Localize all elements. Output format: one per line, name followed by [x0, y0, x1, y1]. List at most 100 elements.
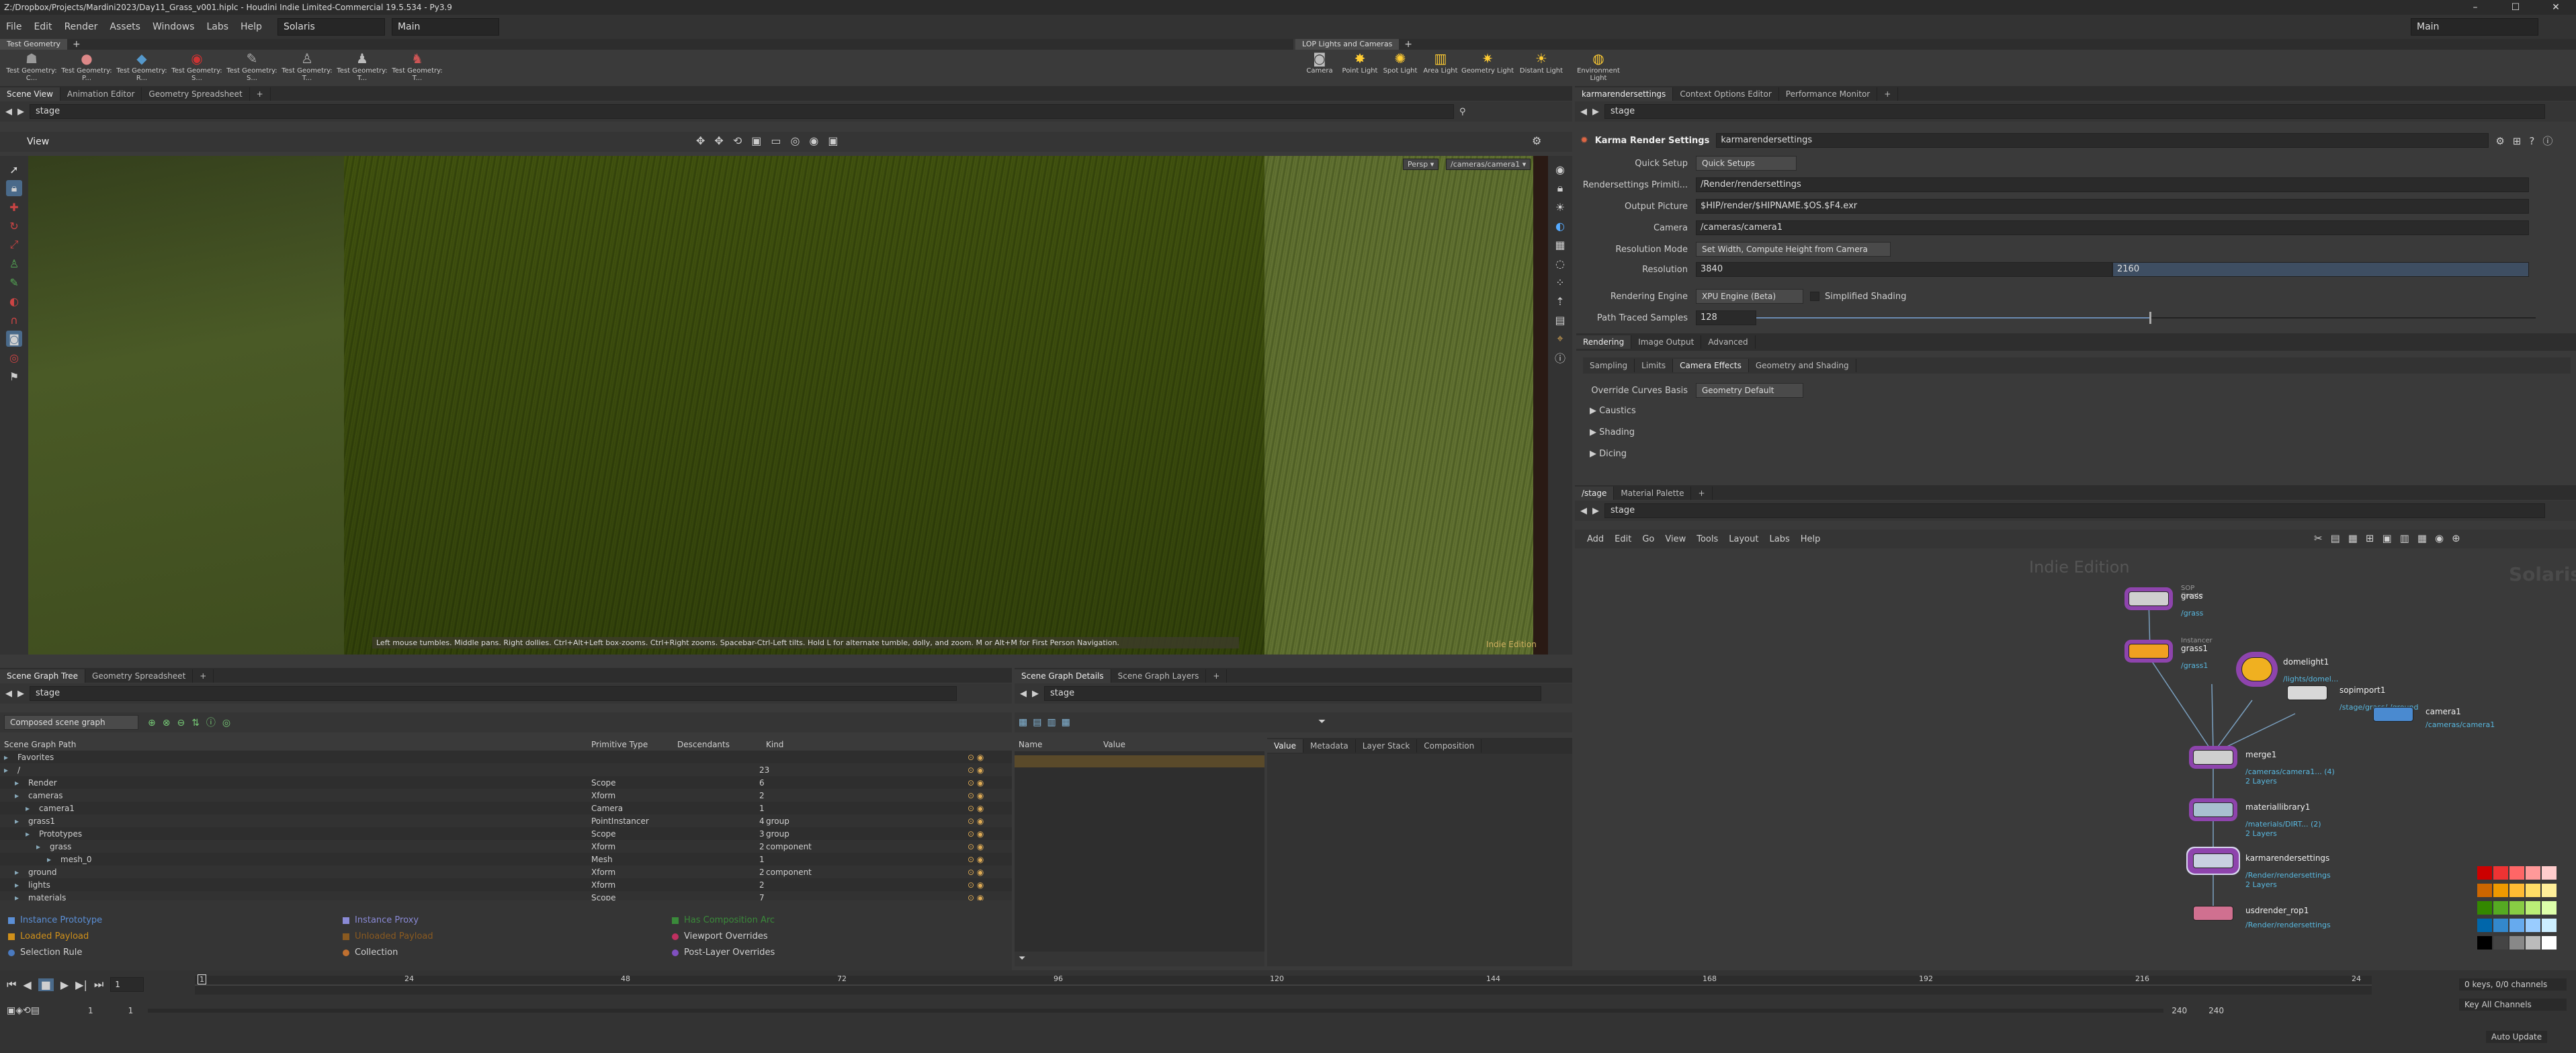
tab-limits[interactable]: Limits — [1635, 359, 1674, 372]
viewport-settings-icon[interactable]: ⚙ — [1532, 134, 1541, 147]
tab-karmarendersettings[interactable]: karmarendersettings — [1575, 87, 1674, 101]
wire-icon[interactable]: ▦ — [1552, 237, 1568, 253]
tool-test-geo-1[interactable]: ☗ Test Geometry: C... — [4, 50, 59, 83]
range-icons[interactable]: ▣◈⟲▤ — [7, 1005, 40, 1016]
visibility-icon[interactable]: ⊙ ◉ — [968, 855, 984, 864]
shelf-tab-lop-lights[interactable]: LOP Lights and Cameras — [1295, 39, 1400, 50]
flag-icon[interactable]: ⚑ — [6, 368, 22, 384]
override-curves-menu[interactable]: Geometry Default — [1696, 383, 1803, 398]
back-icon[interactable]: ◀ — [1580, 107, 1587, 117]
rendersettings-prim-field[interactable]: /Render/rendersettings — [1696, 177, 2529, 192]
pin-icon[interactable]: ⚲ — [1459, 107, 1466, 117]
current-frame-field[interactable]: 1 — [110, 977, 144, 992]
quick-setup-menu[interactable]: Quick Setups — [1696, 156, 1797, 171]
expand-icon[interactable]: ▸ — [26, 804, 30, 813]
table-row[interactable]: grass Xform 2 component ▸ ⊙ ◉ — [0, 840, 1012, 853]
network-view-icons[interactable]: ✂▤▦⊞▣▥▦◉⊕ — [2314, 532, 2468, 544]
scene-filter-menu[interactable]: Composed scene graph — [4, 715, 138, 730]
resolution-width-field[interactable]: 3840 — [1696, 262, 2112, 277]
expand-icon[interactable]: ▸ — [15, 791, 19, 800]
persp-menu[interactable]: Persp ▾ — [1403, 159, 1439, 170]
jump-end-icon[interactable]: ⏭ — [94, 978, 103, 991]
menu-render[interactable]: Render — [58, 15, 104, 39]
expand-icon[interactable]: ▸ — [15, 778, 19, 788]
step-back-icon[interactable]: ◀ — [23, 978, 31, 991]
key-all-channels-button[interactable]: Key All Channels — [2459, 999, 2567, 1011]
scale-icon[interactable]: ⤢ — [6, 237, 22, 253]
resolution-height-field[interactable]: 2160 — [2112, 262, 2529, 277]
folder-dicing[interactable]: ▶ Dicing — [1590, 449, 1627, 459]
tool-test-geo-6[interactable]: ♙ Test Geometry: T... — [280, 50, 335, 83]
tab-camera-effects[interactable]: Camera Effects — [1673, 359, 1749, 372]
back-icon[interactable]: ◀ — [1580, 506, 1587, 516]
node-karmarendersettings[interactable]: karmarendersettings /Render/rendersettin… — [2193, 853, 2331, 889]
menu-edit[interactable]: Edit — [28, 15, 58, 39]
color-palette[interactable] — [2477, 866, 2571, 953]
table-row[interactable]: cameras Xform 2 ▸ ⊙ ◉ — [0, 789, 1012, 802]
back-icon[interactable]: ◀ — [5, 689, 12, 699]
visibility-icon[interactable]: ⊙ ◉ — [968, 778, 984, 788]
magnet-icon[interactable]: ∩ — [6, 312, 22, 328]
tool-test-geo-3[interactable]: ◆ Test Geometry: R... — [114, 50, 169, 83]
add-tab-icon[interactable]: + — [250, 87, 271, 101]
filter-icon[interactable]: ⏷ — [1318, 716, 1326, 727]
net-menu-layout[interactable]: Layout — [1723, 534, 1764, 544]
table-row[interactable]: grass1 PointInstancer 4 group ▸ ⊙ ◉ — [0, 814, 1012, 827]
tab-rendering[interactable]: Rendering — [1576, 335, 1632, 349]
table-row[interactable]: mesh_0 Mesh 1 ▸ ⊙ ◉ — [0, 853, 1012, 866]
auto-update-menu[interactable]: Auto Update — [2486, 1031, 2548, 1043]
forward-icon[interactable]: ▶ — [1592, 506, 1599, 516]
jump-start-icon[interactable]: ⏮ — [7, 978, 16, 991]
simplified-shading-checkbox[interactable] — [1810, 292, 1819, 301]
tool-test-geo-8[interactable]: ♞ Test Geometry: T... — [390, 50, 445, 83]
expand-icon[interactable]: ▸ — [15, 816, 19, 826]
menu-help[interactable]: Help — [234, 15, 268, 39]
net-menu-labs[interactable]: Labs — [1764, 534, 1795, 544]
net-menu-edit[interactable]: Edit — [1609, 534, 1637, 544]
node-name-field[interactable]: karmarendersettings — [1716, 133, 2489, 148]
col-name[interactable]: Name — [1015, 740, 1099, 749]
node-grass1[interactable]: Instancer grass1 /grass1 — [2129, 637, 2213, 670]
camera-field[interactable]: /cameras/camera1 — [1696, 220, 2529, 235]
col-descendants[interactable]: Descendants — [677, 740, 730, 749]
samples-slider[interactable] — [1756, 312, 2536, 324]
params-header-icons[interactable]: ⚙⊞?ⓘ — [2495, 134, 2561, 148]
step-forward-icon[interactable]: ▶| — [75, 978, 87, 991]
add-tab-icon[interactable]: + — [1404, 39, 1412, 50]
node-merge1[interactable]: merge1 /cameras/camera1... (4) 2 Layers — [2193, 750, 2335, 786]
expand-icon[interactable]: ▸ — [15, 868, 19, 877]
tab-geometry-shading[interactable]: Geometry and Shading — [1749, 359, 1856, 372]
visibility-icon[interactable]: ⊙ ◉ — [968, 753, 984, 762]
visibility-icon[interactable]: ⊙ ◉ — [968, 791, 984, 800]
details-filter-icon[interactable]: ⏷ — [1015, 952, 1264, 966]
net-menu-tools[interactable]: Tools — [1691, 534, 1723, 544]
edit-icon[interactable]: ✎ — [6, 274, 22, 290]
grid-icon[interactable]: ▤ — [1552, 312, 1568, 328]
tab-geometry-spreadsheet[interactable]: Geometry Spreadsheet — [85, 669, 194, 683]
timeline-bar[interactable]: 1 24 48 72 96 120 144 168 192 216 24 — [195, 974, 2372, 995]
menu-assets[interactable]: Assets — [103, 15, 146, 39]
table-row[interactable]: Favorites ▸ ⊙ ◉ — [0, 751, 1012, 763]
back-icon[interactable]: ◀ — [5, 107, 12, 117]
samples-slider-handle[interactable] — [2149, 312, 2151, 324]
node-grass[interactable]: SOP Create grass /grass — [2129, 585, 2203, 618]
output-picture-field[interactable]: $HIP/render/$HIPNAME.$OS.$F4.exr — [1696, 199, 2529, 214]
expand-icon[interactable]: ▸ — [15, 880, 19, 890]
tool-test-geo-2[interactable]: ● Test Geometry: P... — [59, 50, 114, 83]
camera-menu[interactable]: /cameras/camera1 ▾ — [1446, 159, 1531, 170]
desktop-select[interactable]: Solaris — [277, 18, 385, 36]
tab-animation-editor[interactable]: Animation Editor — [60, 87, 142, 101]
col-kind[interactable]: Kind — [766, 740, 783, 749]
scene-tree-tool-icons[interactable]: ⊕⊗⊖⇅ⓘ◎ — [148, 716, 237, 729]
rotate-icon[interactable]: ↻ — [6, 218, 22, 234]
col-path[interactable]: Scene Graph Path — [4, 740, 76, 749]
tool-distant-light[interactable]: ☀ Distant Light — [1514, 50, 1568, 83]
tool-environment-light[interactable]: ◍ Environment Light — [1568, 50, 1629, 83]
params-path-field[interactable]: stage — [1604, 104, 2545, 119]
add-tab-icon[interactable]: + — [1691, 487, 1713, 500]
expand-icon[interactable]: ▸ — [36, 842, 40, 851]
node-camera1[interactable]: camera1 /cameras/camera1 — [2373, 707, 2495, 729]
samples-field[interactable]: 128 — [1696, 310, 1756, 325]
tab-scene-graph-tree[interactable]: Scene Graph Tree — [0, 669, 86, 683]
range-slider[interactable] — [148, 1009, 2164, 1013]
